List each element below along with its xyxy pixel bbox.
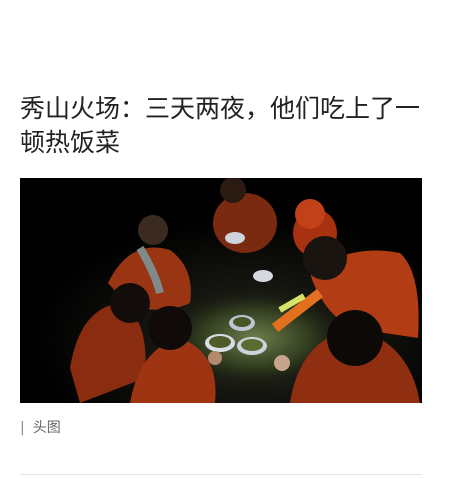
- image-caption: | 头图: [20, 418, 61, 438]
- photo-illustration: [20, 178, 422, 403]
- divider: [20, 474, 422, 475]
- headline-photo[interactable]: [20, 178, 422, 403]
- caption-separator: |: [20, 420, 25, 436]
- article-title: 秀山火场：三天两夜，他们吃上了一顿热饭菜: [20, 94, 421, 157]
- caption-text: 头图: [32, 420, 61, 436]
